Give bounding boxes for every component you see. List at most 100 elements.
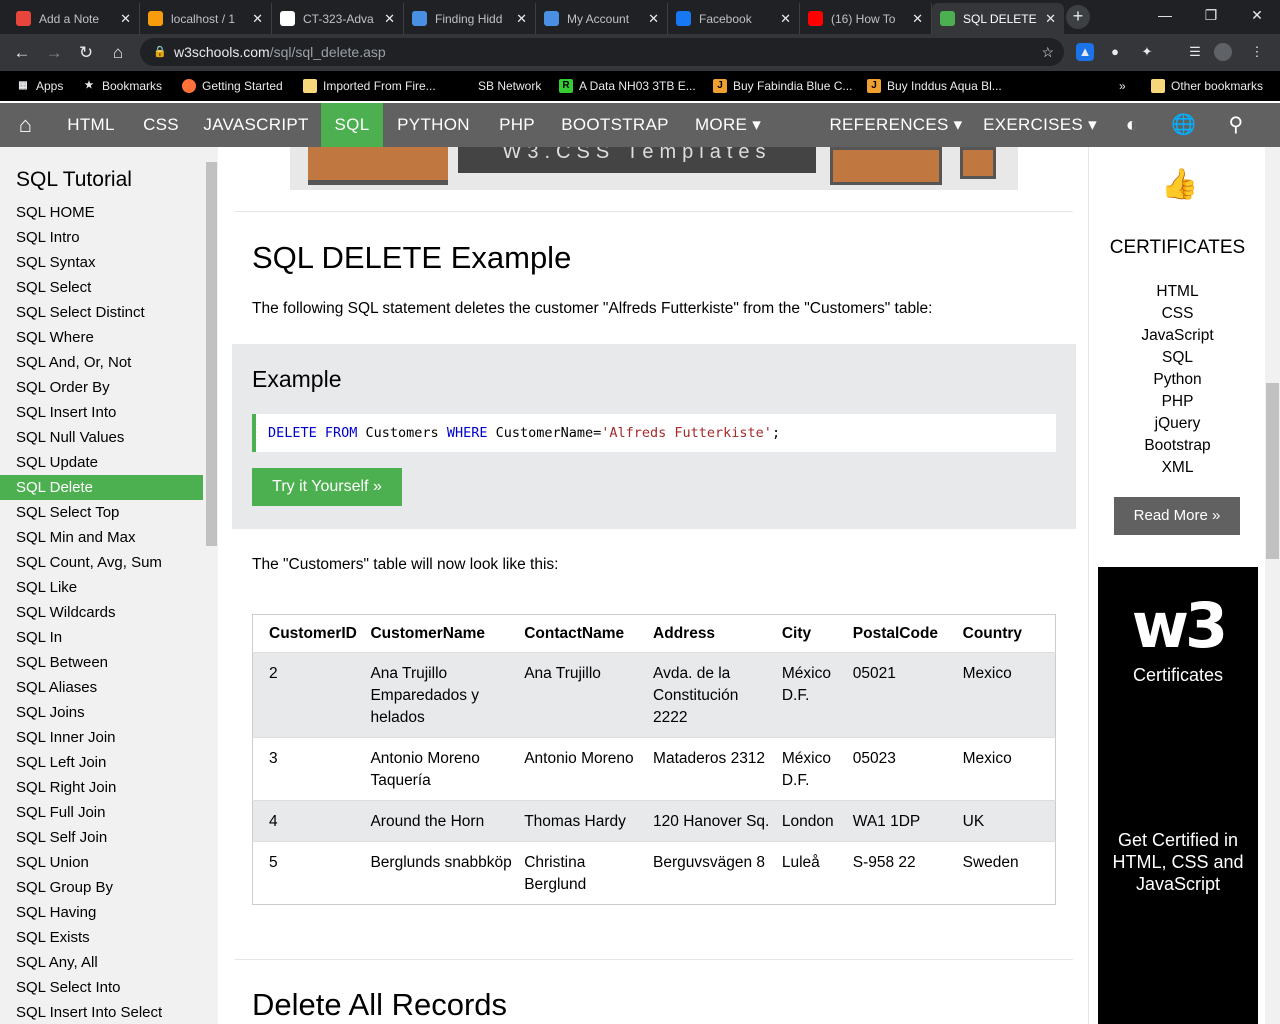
nav-exercises[interactable]: EXERCISES ▾ [976, 103, 1104, 147]
bookmark-imported-folder[interactable]: Imported From Fire... [303, 78, 436, 94]
sidebar-link[interactable]: SQL Select Into [0, 975, 203, 1000]
templates-banner-ad[interactable]: W3.CSS Templates [290, 147, 1018, 190]
media-control-icon[interactable]: ☰ [1186, 43, 1204, 61]
close-tab-icon[interactable]: ✕ [252, 11, 263, 27]
sidebar-scroll-thumb[interactable] [206, 162, 217, 546]
sidebar-link[interactable]: SQL Insert Into Select [0, 1000, 203, 1024]
nav-sql[interactable]: SQL [321, 103, 383, 147]
sidebar-link[interactable]: SQL Order By [0, 375, 203, 400]
nav-references[interactable]: REFERENCES ▾ [822, 103, 970, 147]
sidebar-link[interactable]: SQL Full Join [0, 800, 203, 825]
browser-tab[interactable]: CT-323-Adva ✕ [272, 3, 404, 34]
certificate-link[interactable]: SQL [1089, 349, 1266, 367]
close-window-button[interactable]: ✕ [1234, 0, 1280, 30]
back-icon[interactable]: ← [8, 39, 36, 67]
sidebar-link[interactable]: SQL Aliases [0, 675, 203, 700]
certificate-link[interactable]: jQuery [1089, 415, 1266, 433]
home-nav-icon[interactable]: ⌂ [0, 103, 51, 147]
browser-tab[interactable]: Add a Note ✕ [8, 3, 140, 34]
sidebar-link[interactable]: SQL Like [0, 575, 203, 600]
address-bar[interactable]: 🔒 w3schools.com/sql/sql_delete.asp ☆ [140, 38, 1064, 66]
sidebar-link[interactable]: SQL Having [0, 900, 203, 925]
bookmarks-overflow-button[interactable]: » [1119, 78, 1126, 94]
close-tab-icon[interactable]: ✕ [120, 11, 131, 27]
home-icon[interactable]: ⌂ [104, 39, 132, 67]
sidebar-link[interactable]: SQL Left Join [0, 750, 203, 775]
nav-more[interactable]: MORE ▾ [680, 103, 776, 147]
nav-javascript[interactable]: JAVASCRIPT [191, 103, 321, 147]
close-tab-icon[interactable]: ✕ [912, 11, 923, 27]
close-tab-icon[interactable]: ✕ [780, 11, 791, 27]
maximize-button[interactable]: ❐ [1188, 0, 1234, 30]
nav-python[interactable]: PYTHON [383, 103, 484, 147]
sidebar-link[interactable]: SQL Right Join [0, 775, 203, 800]
certificate-link[interactable]: Python [1089, 371, 1266, 389]
browser-tab[interactable]: localhost / 1 ✕ [140, 3, 272, 34]
sidebar-link[interactable]: SQL HOME [0, 200, 203, 225]
dark-mode-icon[interactable]: ◐ [1110, 103, 1154, 147]
menu-kebab-icon[interactable]: ⋮ [1248, 43, 1266, 61]
sidebar-link[interactable]: SQL In [0, 625, 203, 650]
sidebar-link[interactable]: SQL And, Or, Not [0, 350, 203, 375]
try-it-yourself-button[interactable]: Try it Yourself » [252, 468, 402, 506]
page-scroll-thumb[interactable] [1266, 383, 1279, 559]
read-more-button[interactable]: Read More » [1114, 497, 1240, 535]
sidebar-link[interactable]: SQL Wildcards [0, 600, 203, 625]
bookmark-bookmarks[interactable]: ★ Bookmarks [82, 78, 163, 94]
browser-tab[interactable]: SQL DELETE ✕ [932, 3, 1064, 34]
browser-tab[interactable]: My Account ✕ [536, 3, 668, 34]
nav-html[interactable]: HTML [51, 103, 131, 147]
bookmark-star-icon[interactable]: ☆ [1041, 38, 1054, 66]
sidebar-link[interactable]: SQL Intro [0, 225, 203, 250]
sidebar-link[interactable]: SQL Count, Avg, Sum [0, 550, 203, 575]
sidebar-link[interactable]: SQL Inner Join [0, 725, 203, 750]
extension-icon[interactable]: ● [1106, 43, 1124, 61]
browser-tab[interactable]: Facebook ✕ [668, 3, 800, 34]
nav-css[interactable]: CSS [131, 103, 191, 147]
globe-icon[interactable]: 🌐 [1162, 103, 1206, 147]
browser-tab[interactable]: Finding Hidd ✕ [404, 3, 536, 34]
close-tab-icon[interactable]: ✕ [384, 11, 395, 27]
sidebar-link[interactable]: SQL Select [0, 275, 203, 300]
other-bookmarks[interactable]: Other bookmarks [1151, 78, 1263, 94]
sidebar-link[interactable]: SQL Self Join [0, 825, 203, 850]
certificate-link[interactable]: XML [1089, 459, 1266, 477]
code-example[interactable]: DELETE FROM Customers WHERE CustomerName… [252, 414, 1056, 452]
nav-bootstrap[interactable]: BOOTSTRAP [550, 103, 680, 147]
sidebar-link[interactable]: SQL Select Top [0, 500, 203, 525]
certificate-link[interactable]: PHP [1089, 393, 1266, 411]
sidebar-link[interactable]: SQL Any, All [0, 950, 203, 975]
search-icon[interactable]: ⚲ [1214, 103, 1258, 147]
drive-extension-icon[interactable]: ▲ [1076, 43, 1094, 61]
profile-avatar[interactable] [1214, 43, 1232, 61]
extension-icon[interactable]: ✦ [1138, 43, 1156, 61]
close-tab-icon[interactable]: ✕ [1045, 11, 1056, 27]
close-tab-icon[interactable]: ✕ [516, 11, 527, 27]
certificate-link[interactable]: CSS [1089, 305, 1266, 323]
reload-icon[interactable]: ↻ [72, 39, 100, 67]
sidebar-link[interactable]: SQL Group By [0, 875, 203, 900]
sidebar-link[interactable]: SQL Exists [0, 925, 203, 950]
certificates-ad[interactable]: w3 Certificates Get Certified in HTML, C… [1098, 567, 1258, 1024]
sidebar-link[interactable]: SQL Insert Into [0, 400, 203, 425]
minimize-button[interactable]: — [1142, 0, 1188, 30]
page-scrollbar[interactable] [1265, 147, 1280, 1024]
sidebar-link[interactable]: SQL Null Values [0, 425, 203, 450]
sidebar-link[interactable]: SQL Syntax [0, 250, 203, 275]
sidebar-link[interactable]: SQL Joins [0, 700, 203, 725]
sidebar-link[interactable]: SQL Update [0, 450, 203, 475]
bookmark-getting-started[interactable]: Getting Started [182, 78, 283, 94]
sidebar-link[interactable]: SQL Union [0, 850, 203, 875]
sidebar-link[interactable]: SQL Between [0, 650, 203, 675]
new-tab-button[interactable]: + [1066, 5, 1090, 29]
browser-tab[interactable]: (16) How To ✕ [800, 3, 932, 34]
bookmark-sb-network[interactable]: SB Network [478, 78, 541, 94]
certificate-link[interactable]: Bootstrap [1089, 437, 1266, 455]
bookmark-apps[interactable]: ▦ Apps [16, 78, 63, 94]
bookmark-inddus[interactable]: J Buy Inddus Aqua Bl... [867, 78, 1002, 94]
bookmark-fabindia[interactable]: J Buy Fabindia Blue C... [713, 78, 852, 94]
sidebar-link[interactable]: SQL Select Distinct [0, 300, 203, 325]
thumbs-up-icon[interactable]: 👍 [1161, 167, 1198, 202]
forward-icon[interactable]: → [40, 39, 68, 67]
sidebar-link[interactable]: SQL Min and Max [0, 525, 203, 550]
